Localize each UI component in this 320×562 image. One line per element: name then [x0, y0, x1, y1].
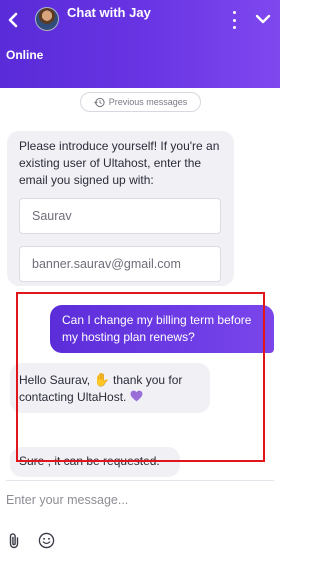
email-field[interactable]: banner.saurav@gmail.com	[19, 246, 221, 282]
chevron-down-icon[interactable]	[254, 11, 272, 27]
avatar	[35, 7, 59, 31]
chat-header: Chat with Jay Online	[0, 0, 280, 88]
user-message-bubble: Can I change my billing term before my h…	[50, 305, 274, 353]
previous-messages-label: Previous messages	[108, 97, 188, 107]
smile-icon[interactable]	[37, 531, 55, 549]
waving-hand-emoji: ✋	[93, 372, 110, 387]
intro-form-card: Please introduce yourself! If you're an …	[7, 131, 234, 286]
intro-message: Please introduce yourself! If you're an …	[19, 139, 220, 187]
more-vertical-icon[interactable]	[229, 11, 239, 29]
message-input[interactable]: Enter your message...	[6, 493, 128, 507]
name-field[interactable]: Saurav	[19, 198, 221, 234]
agent-status: Online	[6, 48, 44, 62]
previous-messages-button[interactable]: Previous messages	[80, 92, 201, 112]
paperclip-icon[interactable]	[5, 531, 23, 549]
agent-answer-bubble: Sure , it can be requested.	[10, 447, 180, 477]
history-icon	[93, 97, 105, 107]
agent-greeting-bubble: Hello Saurav, ✋ thank you for contacting…	[10, 363, 210, 413]
greeting-start: Hello Saurav,	[19, 373, 91, 387]
composer-divider	[6, 480, 274, 481]
back-arrow-icon[interactable]	[4, 9, 22, 31]
agent-name: Chat with Jay	[67, 5, 151, 20]
purple-heart-emoji	[130, 390, 143, 402]
